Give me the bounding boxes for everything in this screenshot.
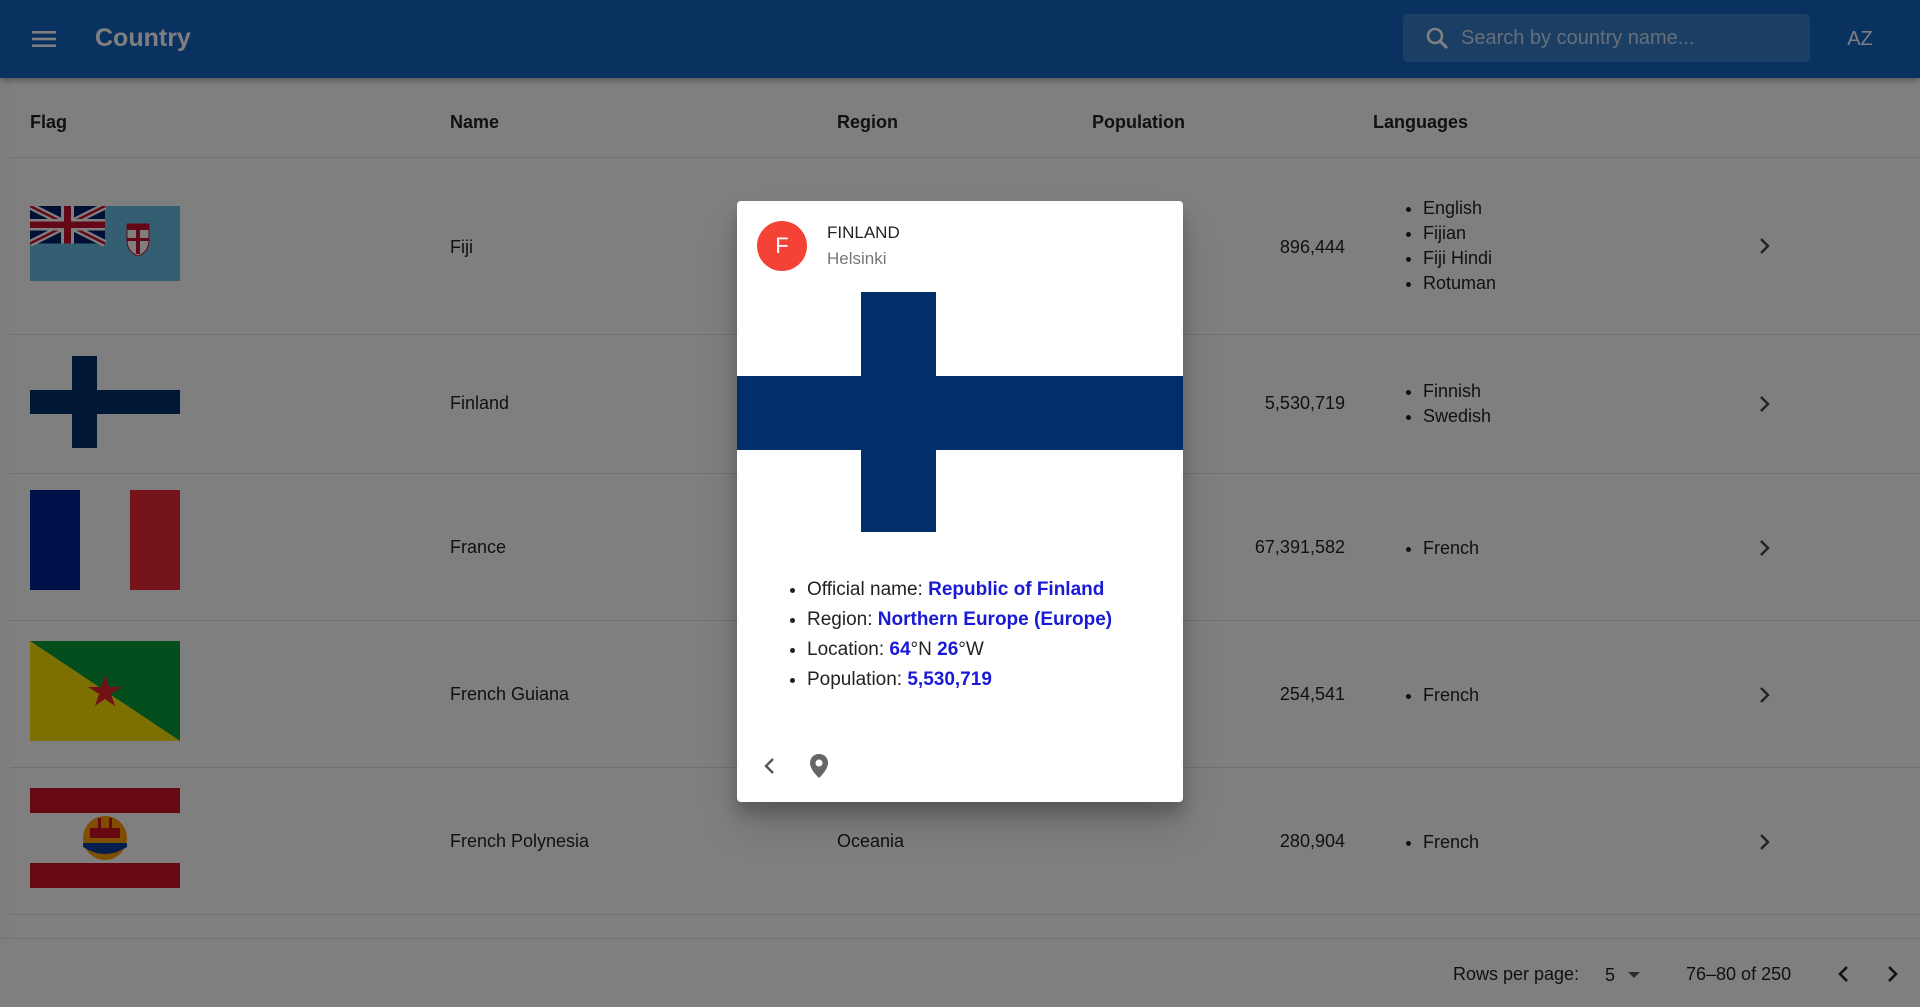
latitude-value: 64 — [889, 639, 911, 660]
location-label: Location: — [807, 639, 890, 660]
location-item: Location: 64°N 26°W — [807, 635, 1112, 665]
region-value: Northern Europe (Europe) — [877, 609, 1113, 630]
dialog-map-button[interactable] — [802, 749, 836, 783]
region-item: Region: Northern Europe (Europe) — [807, 605, 1112, 635]
dialog-subtitle: Helsinki — [827, 249, 887, 268]
chevron-left-icon — [764, 758, 774, 774]
dialog-actions — [737, 741, 1183, 791]
latitude-suffix: °N — [910, 639, 938, 660]
official-name-label: Official name: — [807, 579, 929, 600]
finland-flag-large — [737, 292, 1183, 532]
longitude-value: 26 — [937, 639, 959, 660]
population-item: Population: 5,530,719 — [807, 665, 1112, 695]
country-details-list: Official name: Republic of Finland Regio… — [807, 575, 1112, 695]
population-label: Population: — [807, 669, 908, 690]
official-name-item: Official name: Republic of Finland — [807, 575, 1112, 605]
longitude-suffix: °W — [958, 639, 984, 660]
country-detail-dialog: F FINLAND Helsinki Official name: Republ… — [737, 201, 1183, 802]
dialog-back-button[interactable] — [752, 749, 786, 783]
dialog-title: FINLAND — [827, 223, 900, 242]
avatar: F — [757, 221, 807, 271]
population-value: 5,530,719 — [907, 669, 992, 690]
location-pin-icon — [810, 754, 828, 778]
official-name-value: Republic of Finland — [928, 579, 1105, 600]
region-label: Region: — [807, 609, 878, 630]
